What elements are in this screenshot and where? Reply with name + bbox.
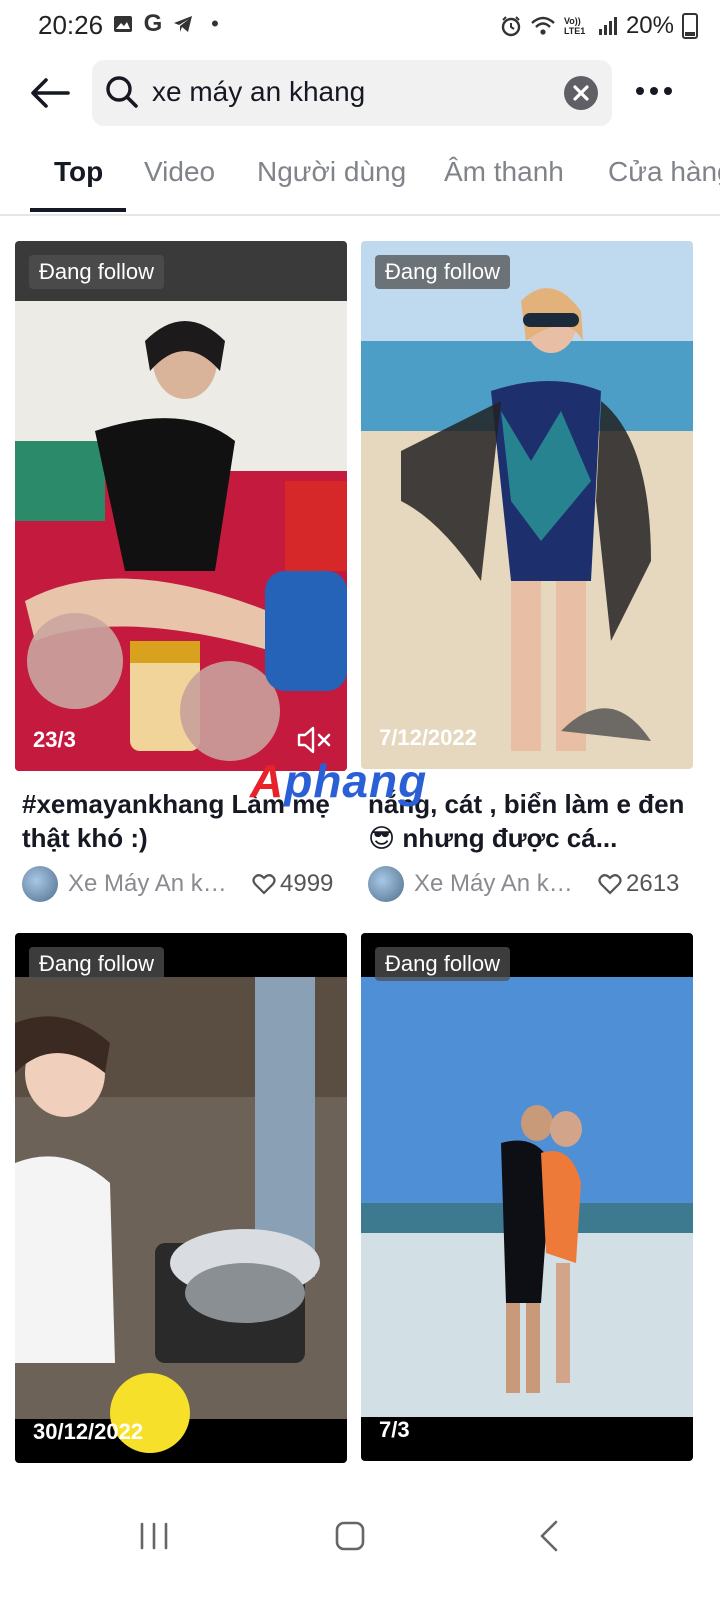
thumbnail-image (361, 977, 693, 1417)
tab-top[interactable]: Top (54, 156, 103, 188)
tab-video[interactable]: Video (144, 156, 215, 188)
search-icon (104, 74, 140, 110)
gallery-icon (112, 13, 134, 35)
following-badge: Đang follow (375, 947, 510, 981)
video-thumbnail[interactable]: Đang follow 30/12/2022 (15, 933, 347, 1463)
video-meta: Xe Máy An khang 4999 (22, 866, 352, 906)
heart-icon (598, 874, 622, 895)
google-icon: G (143, 10, 163, 37)
tab-sounds[interactable]: Âm thanh (444, 156, 564, 188)
avatar[interactable] (368, 866, 404, 902)
recent-apps-icon[interactable] (134, 1516, 174, 1556)
volte-icon: Vo)) LTE1 (563, 16, 586, 36)
clear-search-icon[interactable] (564, 76, 598, 110)
search-input[interactable]: xe máy an khang (152, 76, 365, 108)
tab-users[interactable]: Người dùng (257, 156, 406, 188)
signal-icon (598, 17, 617, 35)
thumbnail-image (401, 288, 651, 751)
mute-icon[interactable] (297, 725, 333, 755)
following-badge: Đang follow (375, 255, 510, 289)
back-arrow-icon[interactable] (28, 70, 74, 116)
wifi-icon (531, 16, 555, 35)
video-date: 30/12/2022 (33, 1419, 144, 1444)
thumbnail-image (15, 977, 347, 1453)
status-bar: 20:26 G • Vo)) LTE1 20% (0, 0, 720, 52)
tab-shop[interactable]: Cửa hàng (608, 156, 720, 188)
video-thumbnail[interactable]: Đang follow 7/3 (361, 933, 693, 1461)
status-time: 20:26 (38, 10, 104, 40)
back-icon[interactable] (530, 1516, 570, 1556)
battery-percent: 20% (625, 12, 674, 39)
battery-icon (682, 13, 698, 39)
video-date: 7/3 (379, 1417, 410, 1442)
thumbnail-image (15, 321, 347, 771)
alarm-icon (501, 16, 521, 37)
following-badge: Đang follow (29, 255, 164, 289)
tab-bar: Top Video Người dùng Âm thanh Cửa hàng (0, 140, 720, 216)
video-thumbnail[interactable]: Đang follow 7/12/2022 (361, 241, 693, 769)
telegram-icon (172, 13, 194, 35)
watermark-logo: Aphang (250, 755, 428, 807)
status-right: Vo)) LTE1 20% (500, 10, 698, 42)
video-meta: Xe Máy An khang 2613 (368, 866, 698, 906)
avatar[interactable] (22, 866, 58, 902)
author-name[interactable]: Xe Máy An khang (68, 870, 238, 898)
search-bar[interactable]: xe máy an khang (92, 60, 612, 126)
active-tab-indicator (30, 208, 126, 212)
like-count: 4999 (280, 870, 334, 897)
system-nav-bar (0, 1490, 720, 1600)
video-date: 7/12/2022 (379, 725, 477, 750)
following-badge: Đang follow (29, 947, 164, 981)
video-thumbnail[interactable]: Đang follow 23/3 (15, 241, 347, 771)
more-options-icon[interactable] (632, 76, 676, 106)
heart-icon (252, 874, 276, 895)
author-name[interactable]: Xe Máy An khang (414, 870, 584, 898)
video-date: 23/3 (33, 727, 76, 752)
like-count: 2613 (626, 870, 680, 897)
dot-icon: • (211, 11, 219, 36)
home-icon[interactable] (330, 1516, 370, 1556)
